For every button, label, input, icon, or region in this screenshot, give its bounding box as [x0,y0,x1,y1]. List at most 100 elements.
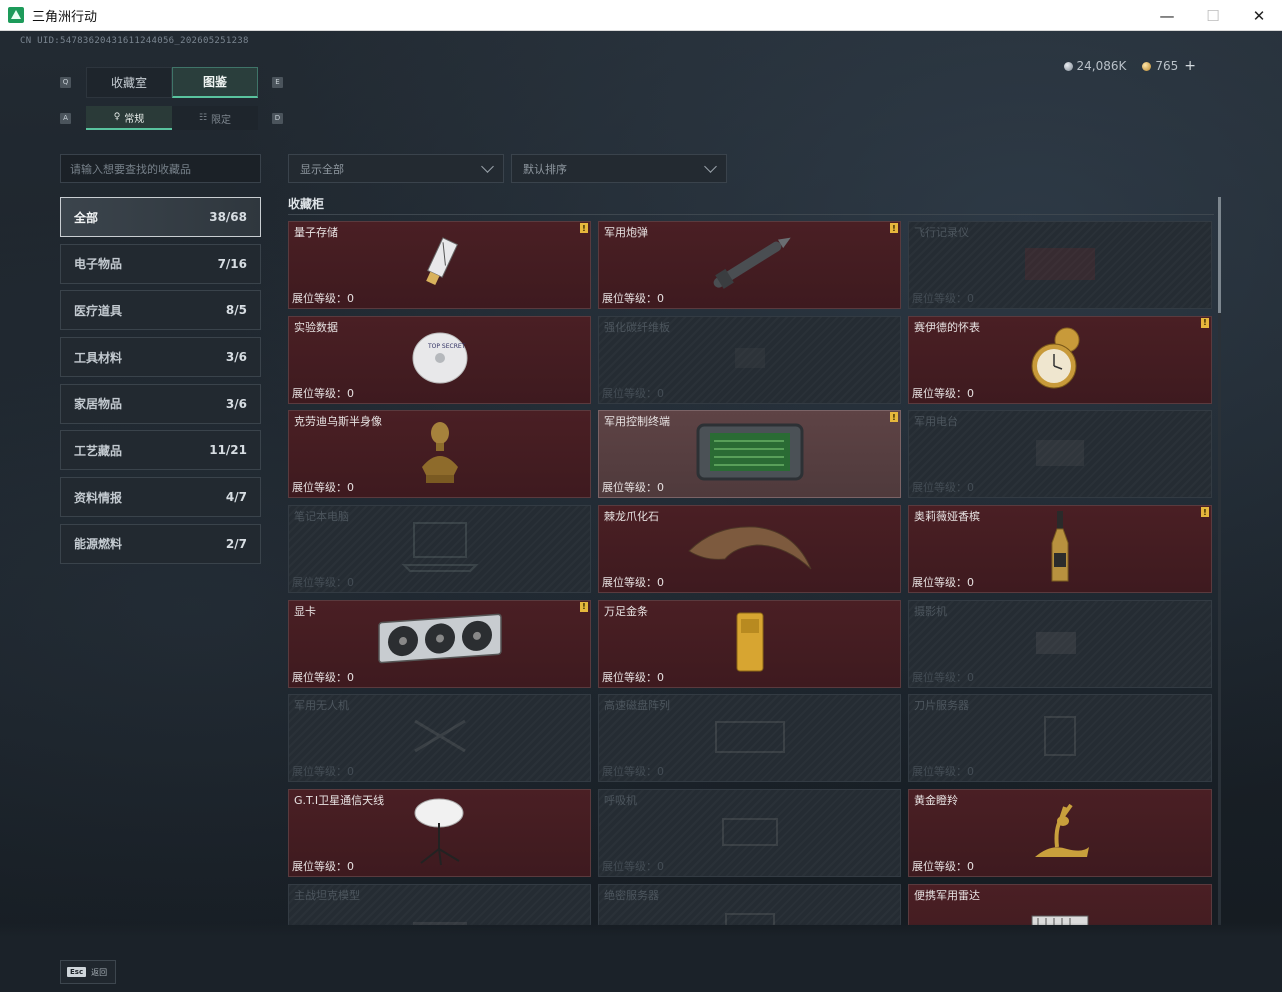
item-name: 主战坦克模型 [294,888,360,902]
add-currency-button[interactable]: + [1184,58,1196,74]
drone-icon [405,711,475,765]
collection-card[interactable]: 绝密服务器展位等级：0 [598,883,901,925]
item-name: 奥莉薇娅香槟 [914,510,980,524]
display-level: 展位等级：0 [602,765,664,779]
category-item[interactable]: 工具材料 3/6 [60,337,261,378]
silver-balance: 24,086K [1063,59,1127,73]
item-name: 军用炮弹 [604,226,648,239]
category-label: 医疗道具 [74,303,123,318]
collection-card[interactable]: 军用控制终端 展位等级：0! [598,410,901,499]
gold-coin-icon [1142,62,1152,71]
collection-card[interactable]: 赛伊德的怀表 展位等级：0! [908,315,1212,404]
category-count: 7/16 [217,256,247,271]
close-button[interactable]: ✕ [1236,0,1282,31]
bottom-bar [0,923,1282,992]
gold-balance: 765 + [1142,58,1196,74]
display-level: 展位等级：0 [602,576,664,590]
user-id-label: CN UID:5478362043161124405​6_20260525123… [20,36,249,46]
collection-card[interactable]: 刀片服务器 展位等级：0 [908,694,1212,783]
collection-card[interactable]: 主战坦克模型展位等级：0 [288,883,591,925]
window-controls: — ☐ ✕ [1144,0,1282,31]
maximize-button[interactable]: ☐ [1190,0,1236,31]
new-badge-icon: ! [1201,317,1209,328]
collection-card[interactable]: 显卡 展位等级：0! [288,599,591,688]
new-badge-icon: ! [1201,507,1209,518]
gold-amount: 765 [1155,59,1179,73]
collection-card[interactable]: 飞行记录仪 展位等级：0 [908,221,1212,309]
display-level: 展位等级：0 [602,292,664,305]
esc-key-icon: Esc [67,967,87,977]
claw-fossil-icon [685,517,815,581]
item-name: 实验数据 [294,320,338,334]
window-title: 三角洲行动 [32,9,98,25]
item-name: 万足金条 [604,604,648,618]
flight-recorder-icon [1015,238,1105,292]
collection-card[interactable]: 棘龙爪化石 展位等级：0 [598,505,901,594]
item-name: 摄影机 [914,604,947,618]
camera-icon [1030,622,1090,666]
collection-card[interactable]: 奥莉薇娅香槟 展位等级：0! [908,505,1212,594]
gpu-icon [375,613,505,675]
grid-scrollbar-thumb[interactable] [1218,197,1221,313]
chevron-down-icon [704,159,717,173]
subtab-regular[interactable]: ♀ 常规 [86,106,172,130]
collection-card[interactable]: 黄金瞪羚展位等级：0 [908,789,1212,878]
display-level: 展位等级：0 [912,670,974,684]
collection-card[interactable]: 高速磁盘阵列 展位等级：0 [598,694,901,783]
collection-card[interactable]: 量子存储 展位等级：0! [288,221,591,309]
silver-amount: 24,086K [1076,59,1127,73]
gold-gazelle-icon [1027,799,1093,867]
item-name: 笔记本电脑 [294,510,349,524]
new-badge-icon: ! [580,223,588,233]
subtab-limited[interactable]: ☷ 限定 [172,106,258,130]
collection-card[interactable]: G.T.I卫星通信天线 展位等级：0 [288,789,591,878]
display-level: 展位等级：0 [912,576,974,590]
regular-icon: ♀ [113,112,121,122]
collection-card[interactable]: 军用炮弹 展位等级：0! [598,221,901,309]
collection-card[interactable]: 军用电台 展位等级：0 [908,410,1212,499]
collection-card[interactable]: 呼吸机 展位等级：0 [598,789,901,878]
collection-card[interactable]: 军用无人机 展位等级：0 [288,694,591,783]
collection-card[interactable]: 摄影机展位等级：0 [908,599,1212,688]
category-count: 38/68 [209,210,247,224]
collection-card[interactable]: 克劳迪乌斯半身像 展位等级：0 [288,410,591,499]
collection-card[interactable]: 万足金条 展位等级：0 [598,599,901,688]
sort-dropdown-value: 默认排序 [523,162,567,176]
category-label: 资料情报 [74,490,123,505]
category-item[interactable]: 医疗道具 8/5 [60,290,261,331]
main-tab-bar: Q 收藏室 图鉴 E [60,66,283,98]
category-item[interactable]: 能源燃料 2/7 [60,523,261,564]
currency-display: 24,086K 765 + [1063,58,1196,74]
pocket-watch-icon [1027,322,1093,398]
display-level: 展位等级：0 [912,860,974,874]
collection-card[interactable]: 便携军用雷达展位等级：0 [908,883,1212,925]
back-label: 返回 [91,967,108,977]
category-item[interactable]: 全部 38/68 [60,197,261,237]
filter-dropdown[interactable]: 显示全部 [288,154,504,183]
collection-card[interactable]: 实验数据 TOP SECRET 展位等级：0 [288,315,591,404]
category-item[interactable]: 家居物品 3/6 [60,383,261,424]
display-level: 展位等级：0 [602,386,664,400]
category-label: 工艺藏品 [74,443,123,458]
display-level: 展位等级：0 [912,765,974,779]
keyhint-prev-tab: Q [60,76,71,88]
item-name: 黄金瞪羚 [914,794,958,808]
minimize-button[interactable]: — [1144,0,1190,31]
category-item[interactable]: 工艺藏品 11/21 [60,430,261,471]
collection-card[interactable]: 笔记本电脑 展位等级：0 [288,505,591,594]
collection-card[interactable]: 强化碳纤维板 展位等级：0 [598,315,901,404]
category-item[interactable]: 资料情报 4/7 [60,477,261,518]
item-name: 便携军用雷达 [914,888,980,902]
keyhint-prev-subtab: A [60,112,71,124]
category-item[interactable]: 电子物品 7/16 [60,243,261,284]
tab-collection-room[interactable]: 收藏室 [86,66,172,98]
tab-codex[interactable]: 图鉴 [172,66,258,98]
category-label: 全部 [74,210,99,225]
sort-dropdown[interactable]: 默认排序 [511,154,727,183]
item-name: G.T.I卫星通信天线 [294,794,385,808]
radio-icon [1030,432,1090,476]
search-input[interactable]: 请输入想要查找的收藏品 [60,154,261,183]
sub-tab-bar: A ♀ 常规 ☷ 限定 D [60,106,283,130]
display-level: 展位等级：0 [292,481,354,495]
back-button[interactable]: Esc 返回 [60,960,116,984]
